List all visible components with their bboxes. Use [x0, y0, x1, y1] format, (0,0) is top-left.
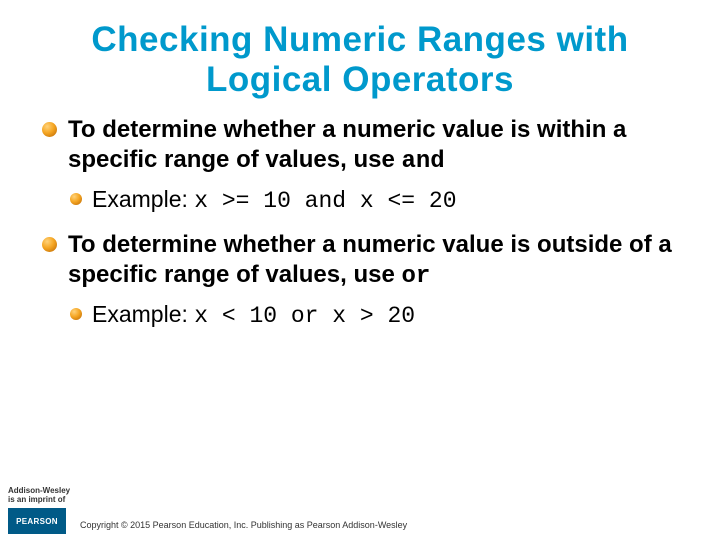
pearson-logo-text: PEARSON	[16, 517, 58, 526]
copyright-text: Copyright © 2015 Pearson Education, Inc.…	[80, 520, 407, 530]
example-label: Example:	[92, 301, 194, 327]
bullet-item: To determine whether a numeric value is …	[40, 115, 680, 217]
sub-bullet-list: Example: x >= 10 and x <= 20	[68, 185, 680, 217]
imprint-line2: is an imprint of	[8, 495, 65, 504]
bullet-lead-text: To determine whether a numeric value is …	[68, 231, 672, 288]
example-code: x < 10 or x > 20	[194, 303, 415, 329]
bullet-lead-text: To determine whether a numeric value is …	[68, 116, 626, 173]
sub-bullet-item: Example: x >= 10 and x <= 20	[68, 185, 680, 217]
bullet-list: To determine whether a numeric value is …	[40, 115, 680, 333]
pearson-logo: PEARSON	[8, 508, 66, 534]
bullet-keyword: or	[401, 263, 430, 290]
footer: Addison-Wesley is an imprint of PEARSON …	[0, 480, 720, 540]
slide-title: Checking Numeric Ranges with Logical Ope…	[40, 20, 680, 101]
slide: Checking Numeric Ranges with Logical Ope…	[0, 0, 720, 540]
imprint-text: Addison-Wesley is an imprint of	[8, 487, 70, 504]
sub-bullet-item: Example: x < 10 or x > 20	[68, 300, 680, 332]
sub-bullet-list: Example: x < 10 or x > 20	[68, 300, 680, 332]
bullet-item: To determine whether a numeric value is …	[40, 230, 680, 332]
example-label: Example:	[92, 186, 194, 212]
example-code: x >= 10 and x <= 20	[194, 188, 456, 214]
bullet-keyword: and	[401, 148, 444, 175]
